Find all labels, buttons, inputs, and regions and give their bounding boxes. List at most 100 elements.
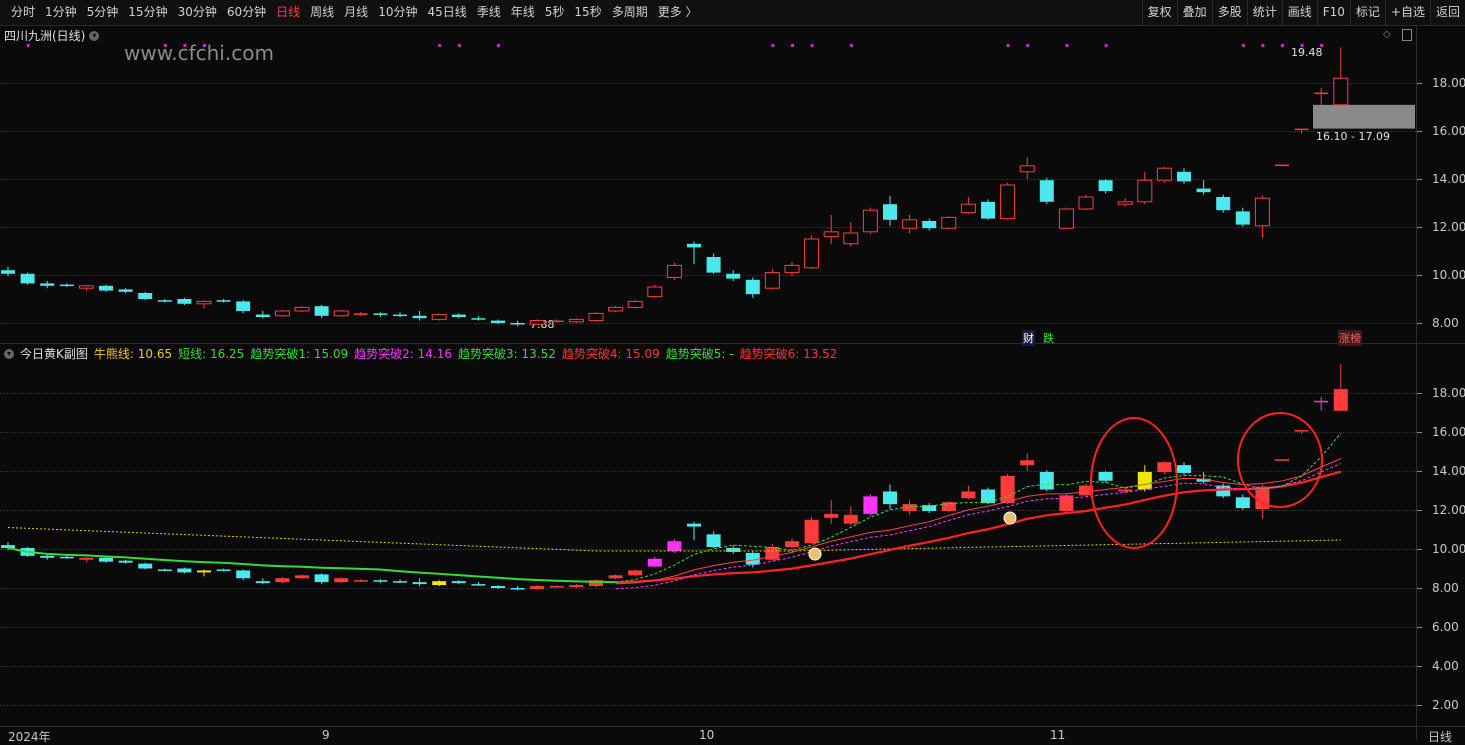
main-candle-body [412,315,427,319]
main-candle-body [431,314,447,320]
signal-dot [849,44,853,47]
y-tick-label: 8.00 [1432,581,1459,595]
main-candle-body [902,219,918,229]
sub-candle-body [373,580,388,582]
signal-dot [438,44,442,47]
main-candle-body [687,243,701,248]
y-tick [1417,179,1422,180]
sub-candle-body [471,584,486,586]
sub-candle-body [491,586,505,588]
main-candle-body [666,264,682,278]
main-candle-body [941,216,957,229]
signal-dot [1320,44,1324,47]
y-tick-label: 2.00 [1432,698,1459,712]
main-candle-body [373,313,388,315]
chart-canvas[interactable] [0,0,1416,739]
sub-candle-body [216,569,231,571]
y-tick-label: 4.00 [1432,659,1459,673]
main-candle-body [1000,184,1016,220]
main-candle-body [1156,167,1172,181]
main-candle-body [1137,179,1153,203]
main-candle-body [138,293,153,299]
main-candle-body [1039,180,1054,202]
sub-candle-body [99,557,113,562]
sub-candle-body [118,560,133,563]
y-tick-label: 16.00 [1432,124,1465,138]
main-candle-body [1275,164,1289,167]
sub-candle-body [275,578,290,583]
sub-candle-body [59,556,74,559]
money-bag-icon [808,547,822,561]
signal-dot [183,44,187,47]
main-candle-body [59,284,74,287]
sub-candle-body [1314,400,1329,403]
main-candle-body [393,314,407,317]
y-tick [1417,227,1422,228]
main-candle-body [491,320,505,323]
sub-candle-body [334,578,349,583]
sub-candle-body [569,585,584,588]
sub-candle-body [314,574,329,583]
main-candle-body [1294,128,1309,131]
main-candle-body [1216,197,1231,211]
sub-candle-body [1137,471,1152,490]
sub-candle-body [451,581,466,584]
main-candle-body [471,318,486,320]
main-candle-body [1177,171,1191,182]
tool-button[interactable]: 返回 [1429,0,1465,25]
y-tick-label: 8.00 [1432,316,1459,330]
sub-candle-body [1157,462,1172,472]
main-candle-body [1058,208,1074,229]
sub-candle-body [922,505,937,511]
sub-candle-body [1020,460,1035,466]
signal-dot [1300,44,1304,47]
main-candle-body [862,209,878,233]
sub-candle-body [412,582,427,585]
signal-dot [771,44,775,47]
main-candle-body [726,273,741,279]
sub-candle-body [1275,459,1289,461]
sub-candle-body [177,568,192,573]
main-candle-body [78,285,94,289]
y-tick [1417,432,1422,433]
sub-candle-body [785,541,799,548]
signal-dot [1241,44,1245,47]
main-candle-body [922,221,937,229]
main-candle-body [1254,197,1270,227]
main-candle-body [274,310,290,317]
sub-candle-body [647,558,662,567]
price-range-box [1313,104,1415,129]
highlight-ellipse [1090,417,1178,549]
y-tick-label: 18.00 [1432,386,1465,400]
main-candle-body [647,286,663,298]
sub-candle-body [40,555,55,558]
y-tick [1417,510,1422,511]
y-tick [1417,393,1422,394]
signal-dot [203,44,206,47]
main-candle-body [981,201,995,219]
sub-candle-body [255,581,270,584]
main-candle-body [823,231,839,238]
signal-dot [810,44,814,47]
main-candle-body [353,313,368,315]
sub-candle-body [1333,389,1348,411]
main-candle-body [784,264,800,274]
sub-candle-body [1177,465,1191,473]
signal-dot [497,44,500,47]
sub-candle-body [1235,497,1250,509]
sub-candle-body [981,489,995,504]
signal-dot [163,44,167,47]
sub-candle-body [236,570,251,579]
y-tick-label: 16.00 [1432,425,1465,439]
sub-candle-body [510,588,525,590]
sub-candle-body [353,580,368,582]
main-candle-body [255,314,270,317]
main-candle-body [1098,180,1113,191]
sub-candle-body [687,523,701,527]
trend-break-2-line [615,463,1341,590]
main-candle-body [1314,92,1329,95]
sub-candle-body [1294,430,1309,432]
y-tick [1417,471,1422,472]
main-candle-body [764,272,780,289]
y-tick [1417,549,1422,550]
